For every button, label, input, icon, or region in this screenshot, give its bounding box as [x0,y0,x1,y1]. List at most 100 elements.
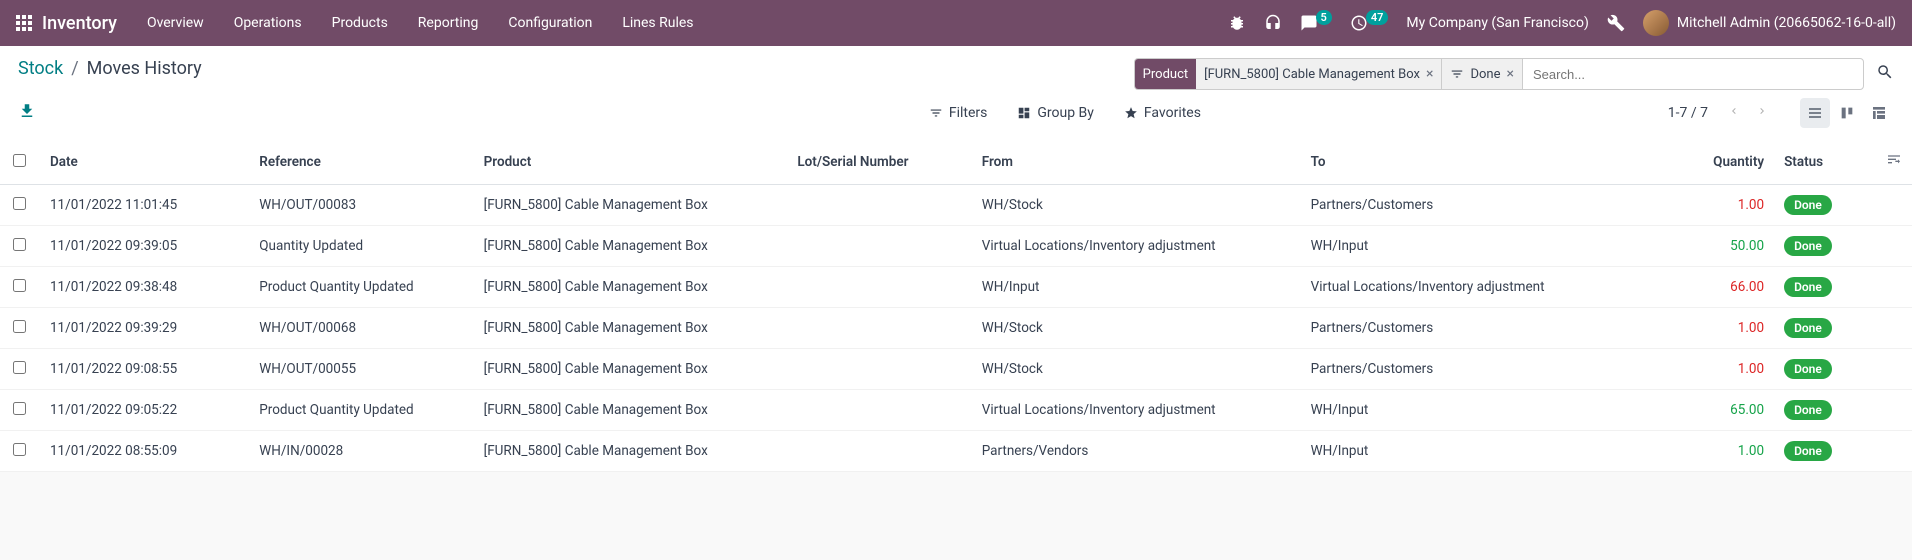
support-icon[interactable] [1264,14,1282,32]
chip-done-close-icon[interactable]: × [1507,66,1514,82]
header-lot[interactable]: Lot/Serial Number [787,140,971,185]
search-input[interactable] [1523,59,1863,89]
table-wrap: Date Reference Product Lot/Serial Number… [0,140,1912,472]
cell-status: Done [1774,390,1864,431]
nav-item-configuration[interactable]: Configuration [508,15,592,31]
status-badge: Done [1784,359,1832,379]
cell-status: Done [1774,185,1864,226]
row-checkbox-cell [0,390,40,431]
toolbar: Filters Group By Favorites 1-7 / 7 [0,94,1912,140]
adjust-columns-icon[interactable] [1886,156,1902,172]
export-button[interactable] [18,102,36,124]
breadcrumb-stock[interactable]: Stock [18,58,63,79]
user-menu[interactable]: Mitchell Admin (20665062-16-0-all) [1643,10,1896,36]
row-checkbox[interactable] [13,238,26,251]
select-all-checkbox[interactable] [13,154,26,167]
chip-product-close-icon[interactable]: × [1426,66,1433,82]
nav-item-overview[interactable]: Overview [147,15,204,31]
row-checkbox[interactable] [13,443,26,456]
cell-date: 11/01/2022 11:01:45 [40,185,249,226]
header-status[interactable]: Status [1774,140,1864,185]
row-checkbox[interactable] [13,320,26,333]
pager-text[interactable]: 1-7 / 7 [1668,105,1708,121]
toolbar-right: 1-7 / 7 [1668,98,1894,128]
company-selector[interactable]: My Company (San Francisco) [1406,15,1588,31]
header-from[interactable]: From [972,140,1301,185]
moves-table: Date Reference Product Lot/Serial Number… [0,140,1912,472]
pager-prev-icon[interactable] [1724,105,1744,121]
table-row[interactable]: 11/01/2022 09:08:55WH/OUT/00055[FURN_580… [0,349,1912,390]
search-icon[interactable] [1876,63,1894,85]
nav-item-lines-rules[interactable]: Lines Rules [622,15,693,31]
breadcrumb-sep: / [71,58,78,79]
cell-lot [787,308,971,349]
cell-product: [FURN_5800] Cable Management Box [474,349,788,390]
apps-icon[interactable] [16,15,32,31]
header-reference[interactable]: Reference [249,140,473,185]
header-date[interactable]: Date [40,140,249,185]
table-row[interactable]: 11/01/2022 08:55:09WH/IN/00028[FURN_5800… [0,431,1912,472]
nav-item-products[interactable]: Products [332,15,388,31]
favorites-button[interactable]: Favorites [1124,105,1201,121]
cell-status: Done [1774,431,1864,472]
row-checkbox[interactable] [13,361,26,374]
row-checkbox-cell [0,185,40,226]
view-pivot-icon[interactable] [1864,98,1894,128]
app-name[interactable]: Inventory [42,13,117,34]
cell-quantity: 1.00 [1684,308,1774,349]
cell-empty [1864,308,1912,349]
tools-icon[interactable] [1607,14,1625,32]
status-badge: Done [1784,318,1832,338]
cell-date: 11/01/2022 09:38:48 [40,267,249,308]
cell-reference: Quantity Updated [249,226,473,267]
cell-from: Virtual Locations/Inventory adjustment [972,226,1301,267]
toolbar-center: Filters Group By Favorites [929,105,1201,121]
cell-empty [1864,185,1912,226]
favorites-label: Favorites [1144,105,1201,121]
header-to[interactable]: To [1301,140,1685,185]
cell-from: Virtual Locations/Inventory adjustment [972,390,1301,431]
cell-date: 11/01/2022 09:08:55 [40,349,249,390]
filters-button[interactable]: Filters [929,105,988,121]
cell-from: WH/Stock [972,185,1301,226]
row-checkbox-cell [0,267,40,308]
view-list-icon[interactable] [1800,98,1830,128]
group-by-label: Group By [1037,105,1094,121]
cell-quantity: 1.00 [1684,349,1774,390]
user-name: Mitchell Admin (20665062-16-0-all) [1677,15,1896,31]
nav-item-operations[interactable]: Operations [234,15,302,31]
chip-product-label: Product [1135,59,1196,89]
header-quantity[interactable]: Quantity [1684,140,1774,185]
cell-empty [1864,226,1912,267]
row-checkbox[interactable] [13,279,26,292]
cell-reference: Product Quantity Updated [249,267,473,308]
cell-lot [787,390,971,431]
cell-to: WH/Input [1301,431,1685,472]
row-checkbox-cell [0,431,40,472]
table-row[interactable]: 11/01/2022 09:38:48Product Quantity Upda… [0,267,1912,308]
cell-product: [FURN_5800] Cable Management Box [474,185,788,226]
chip-done-value: Done × [1442,59,1522,89]
row-checkbox[interactable] [13,197,26,210]
table-row[interactable]: 11/01/2022 09:05:22Product Quantity Upda… [0,390,1912,431]
table-row[interactable]: 11/01/2022 11:01:45WH/OUT/00083[FURN_580… [0,185,1912,226]
cell-quantity: 65.00 [1684,390,1774,431]
group-by-button[interactable]: Group By [1017,105,1094,121]
pager-next-icon[interactable] [1752,105,1772,121]
filters-label: Filters [949,105,988,121]
breadcrumb: Stock / Moves History [18,58,202,79]
cell-from: WH/Input [972,267,1301,308]
view-kanban-icon[interactable] [1832,98,1862,128]
nav-item-reporting[interactable]: Reporting [418,15,479,31]
bug-icon[interactable] [1228,14,1246,32]
cell-to: Partners/Customers [1301,349,1685,390]
header-product[interactable]: Product [474,140,788,185]
nav-right: 5 47 My Company (San Francisco) Mitchell… [1228,10,1896,36]
messages-icon[interactable]: 5 [1300,14,1332,32]
activities-icon[interactable]: 47 [1350,14,1389,32]
table-row[interactable]: 11/01/2022 09:39:05Quantity Updated[FURN… [0,226,1912,267]
cell-lot [787,431,971,472]
table-row[interactable]: 11/01/2022 09:39:29WH/OUT/00068[FURN_580… [0,308,1912,349]
cell-product: [FURN_5800] Cable Management Box [474,308,788,349]
row-checkbox[interactable] [13,402,26,415]
